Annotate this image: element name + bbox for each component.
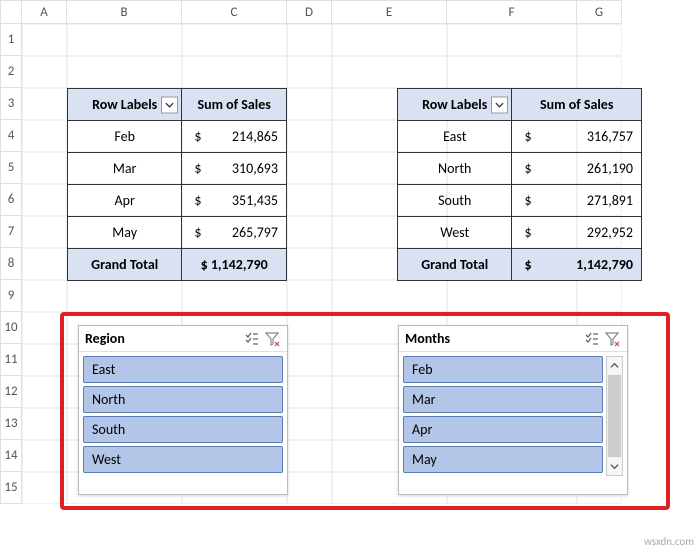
col-header-E[interactable]: E: [332, 0, 447, 24]
pivot2-row-value[interactable]: $261,190: [512, 153, 642, 185]
clear-filter-icon[interactable]: [263, 330, 281, 348]
scroll-thumb[interactable]: [608, 375, 621, 457]
pivot2-filter-dropdown[interactable]: [491, 96, 508, 113]
scroll-down-button[interactable]: [607, 458, 622, 475]
col-header-D[interactable]: D: [287, 0, 332, 24]
select-all-corner[interactable]: [0, 0, 22, 24]
pivot2-row-label[interactable]: South: [398, 185, 512, 217]
pivot-table-regions: Row Labels Sum of Sales East$316,757 Nor…: [397, 88, 642, 281]
row-header-1[interactable]: 1: [0, 24, 22, 56]
row-header-10[interactable]: 10: [0, 312, 22, 344]
slicer-item-may[interactable]: May: [403, 446, 603, 473]
slicer-item-west[interactable]: West: [83, 446, 283, 473]
row-header-11[interactable]: 11: [0, 344, 22, 376]
row-header-5[interactable]: 5: [0, 152, 22, 184]
row-header-13[interactable]: 13: [0, 408, 22, 440]
clear-filter-icon[interactable]: [603, 330, 621, 348]
slicer-months-title: Months: [405, 330, 581, 347]
pivot1-row-value[interactable]: $310,693: [182, 153, 287, 185]
pivot1-row-label[interactable]: Apr: [68, 185, 182, 217]
row-header-12[interactable]: 12: [0, 376, 22, 408]
pivot1-row-label[interactable]: Feb: [68, 121, 182, 153]
pivot1-row-label[interactable]: May: [68, 217, 182, 249]
col-header-C[interactable]: C: [182, 0, 287, 24]
col-header-A[interactable]: A: [22, 0, 67, 24]
pivot1-row-value[interactable]: $214,865: [182, 121, 287, 153]
pivot2-row-label[interactable]: East: [398, 121, 512, 153]
slicer-item-south[interactable]: South: [83, 416, 283, 443]
pivot1-header-sum: Sum of Sales: [197, 96, 270, 113]
scroll-up-button[interactable]: [607, 357, 622, 374]
multi-select-icon[interactable]: [583, 330, 601, 348]
row-header-14[interactable]: 14: [0, 440, 22, 472]
slicer-item-north[interactable]: North: [83, 386, 283, 413]
slicer-item-east[interactable]: East: [83, 356, 283, 383]
row-header-8[interactable]: 8: [0, 248, 22, 280]
pivot2-header-sum: Sum of Sales: [540, 96, 613, 113]
chevron-down-icon: [610, 462, 619, 471]
row-header-15[interactable]: 15: [0, 472, 22, 504]
chevron-down-icon: [165, 100, 174, 109]
slicer-item-apr[interactable]: Apr: [403, 416, 603, 443]
slicer-item-feb[interactable]: Feb: [403, 356, 603, 383]
pivot2-total-value[interactable]: $1,142,790: [512, 249, 642, 281]
pivot1-total-label[interactable]: Grand Total: [68, 249, 182, 281]
pivot2-total-label[interactable]: Grand Total: [398, 249, 512, 281]
pivot1-row-value[interactable]: $265,797: [182, 217, 287, 249]
slicer-months[interactable]: Months Feb Mar Apr May: [398, 325, 628, 495]
slicer-region[interactable]: Region East North South West: [78, 325, 288, 495]
pivot2-row-value[interactable]: $292,952: [512, 217, 642, 249]
row-header-3[interactable]: 3: [0, 88, 22, 120]
row-header-7[interactable]: 7: [0, 216, 22, 248]
pivot2-row-value[interactable]: $271,891: [512, 185, 642, 217]
row-header-9[interactable]: 9: [0, 280, 22, 312]
pivot2-row-value[interactable]: $316,757: [512, 121, 642, 153]
pivot1-row-label[interactable]: Mar: [68, 153, 182, 185]
watermark: wsxdn.com: [644, 535, 694, 548]
col-header-F[interactable]: F: [447, 0, 577, 24]
row-header-4[interactable]: 4: [0, 120, 22, 152]
chevron-up-icon: [610, 361, 619, 370]
slicer-item-mar[interactable]: Mar: [403, 386, 603, 413]
pivot1-header-rowlabels: Row Labels: [92, 96, 157, 113]
slicer-scrollbar[interactable]: [606, 356, 623, 476]
chevron-down-icon: [495, 100, 504, 109]
pivot2-row-label[interactable]: North: [398, 153, 512, 185]
slicer-region-title: Region: [85, 330, 241, 347]
pivot-table-months: Row Labels Sum of Sales Feb$214,865 Mar$…: [67, 88, 287, 281]
pivot1-total-value[interactable]: $ 1,142,790: [182, 249, 287, 281]
pivot1-row-value[interactable]: $351,435: [182, 185, 287, 217]
col-header-G[interactable]: G: [577, 0, 622, 24]
row-header-6[interactable]: 6: [0, 184, 22, 216]
multi-select-icon[interactable]: [243, 330, 261, 348]
pivot1-filter-dropdown[interactable]: [161, 96, 178, 113]
pivot2-row-label[interactable]: West: [398, 217, 512, 249]
col-header-B[interactable]: B: [67, 0, 182, 24]
row-header-2[interactable]: 2: [0, 56, 22, 88]
pivot2-header-rowlabels: Row Labels: [422, 96, 487, 113]
